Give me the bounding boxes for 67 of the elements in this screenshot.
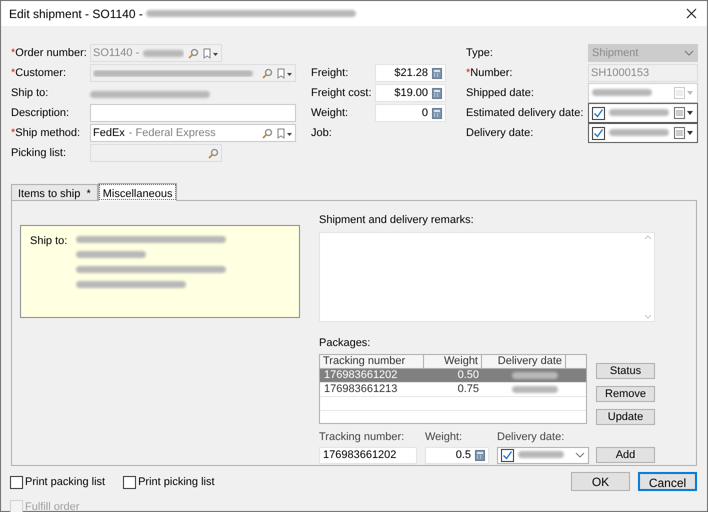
- field-label: *Customer:: [11, 66, 66, 79]
- field-label: Freight:: [311, 66, 348, 79]
- weight-field[interactable]: 0.5: [425, 446, 489, 464]
- date-field[interactable]: [588, 123, 698, 143]
- table-cell-text: 176983661202: [323, 368, 398, 384]
- date-field[interactable]: [588, 103, 698, 123]
- field-label: Delivery date:: [466, 126, 534, 139]
- action-button[interactable]: Update: [596, 409, 655, 425]
- tracking-number-field[interactable]: 176983661202: [319, 446, 417, 464]
- table-row[interactable]: 176983661202 0.50: [320, 369, 586, 383]
- calculator-icon[interactable]: [432, 68, 442, 78]
- table-cell-text: 0.75: [456, 382, 480, 398]
- table-cell-text: 176983661213: [323, 382, 398, 398]
- column-header[interactable]: Weight: [424, 355, 482, 368]
- checkbox[interactable]: [10, 476, 23, 489]
- packages-label: Packages:: [319, 336, 372, 350]
- field-label: Freight cost:: [311, 86, 372, 99]
- tab[interactable]: Items to ship *: [11, 184, 98, 200]
- text-field[interactable]: [90, 104, 296, 122]
- checkbox[interactable]: [592, 126, 605, 140]
- delivery-date-field[interactable]: [497, 446, 589, 464]
- field-label: Type:: [466, 46, 493, 59]
- search-icon[interactable]: [262, 128, 273, 138]
- checkbox-label: Print picking list: [138, 475, 215, 490]
- document-menu-icon[interactable]: [277, 128, 293, 138]
- checkbox[interactable]: [592, 106, 605, 120]
- calculator-icon[interactable]: [432, 88, 442, 98]
- column-header[interactable]: Tracking number: [320, 355, 424, 368]
- add-button[interactable]: Add: [596, 447, 655, 463]
- checkbox-label: Print packing list: [25, 475, 106, 490]
- chevron-down-icon[interactable]: [575, 452, 585, 458]
- remarks-label: Shipment and delivery remarks:: [319, 213, 475, 228]
- field-label: Delivery date:: [497, 430, 564, 445]
- dialog-button[interactable]: Cancel: [638, 472, 697, 491]
- number-field[interactable]: 0: [375, 104, 446, 122]
- number-field[interactable]: $21.28: [375, 64, 446, 82]
- field-label: Estimated delivery date:: [466, 106, 584, 119]
- field-label: *Order number:: [11, 46, 87, 59]
- lookup-field[interactable]: FedEx - Federal Express: [90, 124, 296, 142]
- calculator-icon[interactable]: [475, 450, 485, 460]
- field-label: *Ship method:: [11, 126, 80, 139]
- number-field[interactable]: $19.00: [375, 84, 446, 102]
- field-label: Job:: [311, 126, 332, 139]
- field-label: Ship to:: [11, 86, 48, 99]
- action-button[interactable]: Remove: [596, 386, 655, 402]
- field-label: Shipped date:: [466, 86, 534, 99]
- action-button[interactable]: Status: [596, 363, 655, 379]
- field-label: Picking list:: [11, 146, 66, 159]
- checkbox[interactable]: [123, 476, 136, 489]
- field-label: Description:: [11, 106, 70, 119]
- calendar-dropdown-icon[interactable]: [674, 127, 694, 139]
- field-label: Tracking number:: [319, 430, 406, 445]
- calendar-dropdown-icon[interactable]: [674, 107, 694, 119]
- table-cell-text: 0.50: [456, 368, 480, 384]
- field-label: Weight:: [311, 106, 348, 119]
- field-label: Weight:: [425, 430, 464, 445]
- field-label: *Number:: [466, 66, 512, 79]
- column-header[interactable]: Delivery date: [482, 355, 566, 368]
- tab[interactable]: Miscellaneous: [98, 183, 178, 201]
- checkbox[interactable]: [501, 448, 514, 462]
- window-title: Edit shipment - SO1140 -: [9, 6, 144, 22]
- calculator-icon[interactable]: [432, 108, 442, 118]
- ship-to-label: Ship to:: [30, 234, 68, 249]
- dialog-button[interactable]: OK: [571, 472, 630, 491]
- close-icon[interactable]: [686, 8, 697, 19]
- checkbox-label: Fulfill order: [25, 500, 80, 512]
- table-row[interactable]: 176983661213 0.75: [320, 383, 586, 397]
